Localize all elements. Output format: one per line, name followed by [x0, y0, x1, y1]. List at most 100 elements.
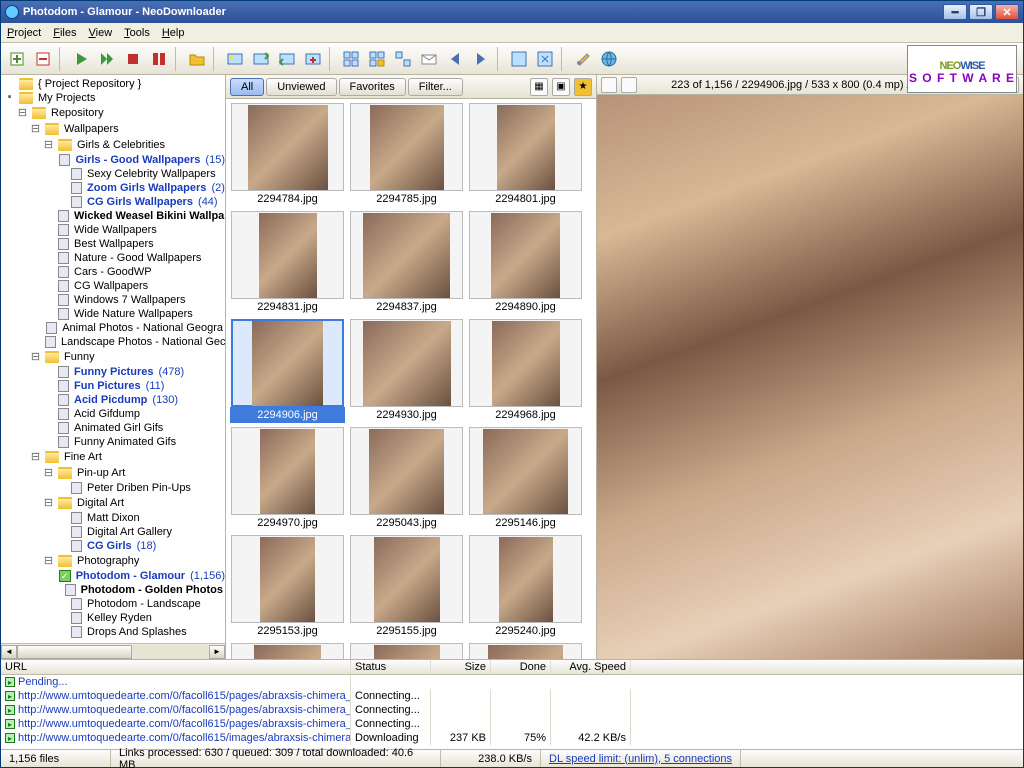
- tree-item[interactable]: Zoom Girls Wallpapers (2): [1, 181, 225, 195]
- grid-button-3[interactable]: [391, 47, 415, 71]
- tree-item[interactable]: ✓ Photodom - Glamour (1,156): [1, 569, 225, 583]
- preview-prev-icon[interactable]: [601, 77, 617, 93]
- tree-item[interactable]: Wide Nature Wallpapers: [1, 307, 225, 321]
- tree-item[interactable]: CG Wallpapers: [1, 279, 225, 293]
- tree-item[interactable]: { Project Repository }: [1, 77, 225, 91]
- thumbnail[interactable]: 2294906.jpg: [230, 319, 345, 423]
- tree-item[interactable]: CG Girls (18): [1, 539, 225, 553]
- settings-button[interactable]: [571, 47, 595, 71]
- tree-item[interactable]: Digital Art Gallery: [1, 525, 225, 539]
- download-row[interactable]: ▸http://www.umtoquedearte.com/0/facoll61…: [1, 703, 1023, 717]
- tree-item[interactable]: Animated Girl Gifs: [1, 421, 225, 435]
- thumbnail[interactable]: 2294930.jpg: [349, 319, 464, 423]
- star-icon[interactable]: ★: [574, 78, 592, 96]
- pic-button-4[interactable]: [301, 47, 325, 71]
- thumbnail[interactable]: 2294890.jpg: [468, 211, 583, 315]
- tree-item[interactable]: CG Girls Wallpapers (44): [1, 195, 225, 209]
- pic-button-2[interactable]: [249, 47, 273, 71]
- tree-item[interactable]: Fun Pictures (11): [1, 379, 225, 393]
- tree-item[interactable]: ⊟ Wallpapers: [1, 121, 225, 137]
- tab-all[interactable]: All: [230, 78, 264, 96]
- tree-item[interactable]: Photodom - Landscape: [1, 597, 225, 611]
- tree-item[interactable]: Sexy Celebrity Wallpapers: [1, 167, 225, 181]
- thumbnail-grid[interactable]: 2294784.jpg 2294785.jpg 2294801.jpg 2294…: [226, 99, 596, 659]
- minimize-button[interactable]: ━: [943, 4, 967, 20]
- menu-tools[interactable]: Tools: [124, 27, 150, 39]
- delete-button[interactable]: [31, 47, 55, 71]
- view-button-2[interactable]: [533, 47, 557, 71]
- menu-view[interactable]: View: [89, 27, 113, 39]
- new-project-button[interactable]: [5, 47, 29, 71]
- tree-item[interactable]: Photodom - Golden Photos: [1, 583, 225, 597]
- preview-next-icon[interactable]: [621, 77, 637, 93]
- stop-button[interactable]: [121, 47, 145, 71]
- tree-item[interactable]: ⊟ Pin-up Art: [1, 465, 225, 481]
- view-button-1[interactable]: [507, 47, 531, 71]
- tree-item[interactable]: ▪ My Projects: [1, 91, 225, 105]
- tree-item[interactable]: Cars - GoodWP: [1, 265, 225, 279]
- grid-button-2[interactable]: [365, 47, 389, 71]
- web-button[interactable]: [597, 47, 621, 71]
- thumbnail[interactable]: 2294784.jpg: [230, 103, 345, 207]
- tree-item[interactable]: Windows 7 Wallpapers: [1, 293, 225, 307]
- tree-item[interactable]: Funny Animated Gifs: [1, 435, 225, 449]
- thumb-large-icon[interactable]: ▣: [552, 78, 570, 96]
- tab-favorites[interactable]: Favorites: [339, 78, 406, 96]
- thumbnail[interactable]: 2295240.jpg: [468, 535, 583, 639]
- tree-item[interactable]: Wicked Weasel Bikini Wallpa: [1, 209, 225, 223]
- thumbnail[interactable]: 2295287.jpg: [468, 643, 583, 659]
- thumbnail[interactable]: 2294831.jpg: [230, 211, 345, 315]
- tree-item[interactable]: Wide Wallpapers: [1, 223, 225, 237]
- tree-item[interactable]: ⊟ Girls & Celebrities: [1, 137, 225, 153]
- grid-button-1[interactable]: [339, 47, 363, 71]
- tree-item[interactable]: ⊟ Repository: [1, 105, 225, 121]
- tree-item[interactable]: Kelley Ryden: [1, 611, 225, 625]
- open-folder-button[interactable]: [185, 47, 209, 71]
- preview-image[interactable]: [597, 95, 1023, 659]
- play-all-button[interactable]: [95, 47, 119, 71]
- download-row[interactable]: ▸http://www.umtoquedearte.com/0/facoll61…: [1, 717, 1023, 731]
- maximize-button[interactable]: ❐: [969, 4, 993, 20]
- tree-scrollbar[interactable]: ◄►: [1, 643, 225, 659]
- tree-item[interactable]: Funny Pictures (478): [1, 365, 225, 379]
- tree-item[interactable]: Girls - Good Wallpapers (15): [1, 153, 225, 167]
- pic-button-3[interactable]: [275, 47, 299, 71]
- project-tree[interactable]: { Project Repository } ▪ My Projects ⊟ R…: [1, 75, 225, 643]
- tree-item[interactable]: ⊟ Fine Art: [1, 449, 225, 465]
- thumbnail[interactable]: 2294785.jpg: [349, 103, 464, 207]
- pic-button-1[interactable]: [223, 47, 247, 71]
- mail-button[interactable]: [417, 47, 441, 71]
- downloads-list[interactable]: ▸Pending... ▸http://www.umtoquedearte.co…: [1, 675, 1023, 745]
- menu-help[interactable]: Help: [162, 27, 185, 39]
- download-row[interactable]: ▸http://www.umtoquedearte.com/0/facoll61…: [1, 731, 1023, 745]
- thumb-small-icon[interactable]: ▦: [530, 78, 548, 96]
- thumbnail[interactable]: 2294970.jpg: [230, 427, 345, 531]
- thumbnail[interactable]: 2295155.jpg: [349, 535, 464, 639]
- tree-item[interactable]: ⊟ Photography: [1, 553, 225, 569]
- tab-filter[interactable]: Filter...: [408, 78, 463, 96]
- thumbnail[interactable]: 2295043.jpg: [349, 427, 464, 531]
- next-button[interactable]: [469, 47, 493, 71]
- tree-item[interactable]: ⊟ Funny: [1, 349, 225, 365]
- tree-item[interactable]: Drops And Splashes: [1, 625, 225, 639]
- thumbnail[interactable]: 2294837.jpg: [349, 211, 464, 315]
- tree-item[interactable]: Acid Gifdump: [1, 407, 225, 421]
- thumbnail[interactable]: 2294968.jpg: [468, 319, 583, 423]
- tab-unviewed[interactable]: Unviewed: [266, 78, 336, 96]
- tree-item[interactable]: ⊟ Digital Art: [1, 495, 225, 511]
- download-row[interactable]: ▸http://www.umtoquedearte.com/0/facoll61…: [1, 689, 1023, 703]
- menu-files[interactable]: Files: [53, 27, 76, 39]
- tree-item[interactable]: Landscape Photos - National Gec: [1, 335, 225, 349]
- download-row[interactable]: ▸Pending...: [1, 675, 1023, 689]
- prev-button[interactable]: [443, 47, 467, 71]
- thumbnail[interactable]: 2295279.jpg: [230, 643, 345, 659]
- tree-item[interactable]: Acid Picdump (130): [1, 393, 225, 407]
- tree-item[interactable]: Nature - Good Wallpapers: [1, 251, 225, 265]
- tree-item[interactable]: Peter Driben Pin-Ups: [1, 481, 225, 495]
- status-speed-limit[interactable]: DL speed limit: (unlim), 5 connections: [541, 750, 741, 767]
- menu-project[interactable]: Project: [7, 27, 41, 39]
- thumbnail[interactable]: 2294801.jpg: [468, 103, 583, 207]
- thumbnail[interactable]: 2295285.jpg: [349, 643, 464, 659]
- thumbnail[interactable]: 2295153.jpg: [230, 535, 345, 639]
- play-button[interactable]: [69, 47, 93, 71]
